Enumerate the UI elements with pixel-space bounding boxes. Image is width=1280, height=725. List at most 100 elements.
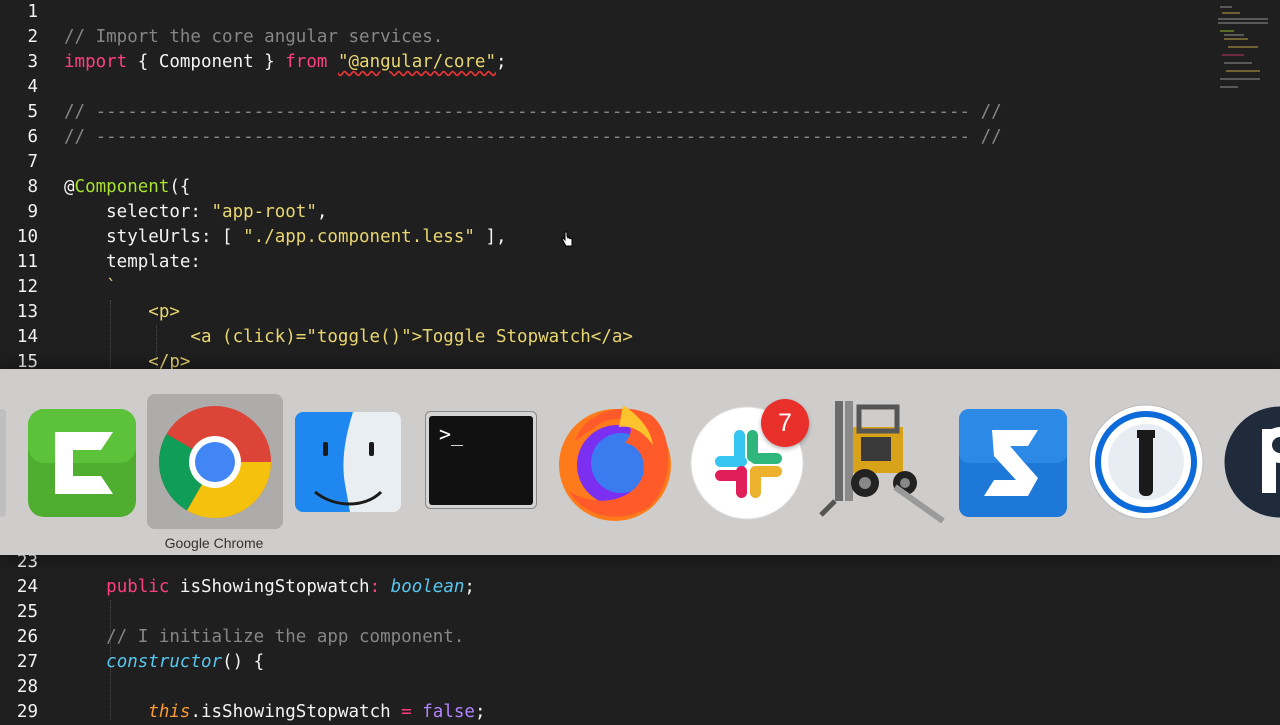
- line-number: 4: [27, 77, 38, 97]
- code-text: // -------------------------------------…: [64, 125, 1002, 150]
- code-token: // Import the core angular services.: [64, 27, 444, 47]
- line-number: 29: [16, 702, 38, 722]
- code-token: ;: [496, 52, 507, 72]
- code-text: import { Component } from "@angular/core…: [64, 50, 507, 75]
- code-line[interactable]: 28: [0, 675, 1200, 700]
- app-switcher: Google Chrome >_ 7: [0, 369, 1280, 555]
- code-token: <a (click)="toggle()">Toggle Stopwatch</…: [64, 327, 633, 347]
- line-number: 2: [27, 27, 38, 47]
- code-line[interactable]: 8 @Component({: [0, 175, 1200, 200]
- code-text: public isShowingStopwatch: boolean;: [64, 575, 475, 600]
- code-token: this: [148, 702, 191, 722]
- line-number: 25: [16, 602, 38, 622]
- code-line[interactable]: 12 `: [0, 275, 1200, 300]
- code-text: template:: [64, 250, 201, 275]
- line-number: 3: [27, 52, 38, 72]
- code-token: isShowingStopwatch: [169, 577, 370, 597]
- line-number: 10: [16, 227, 38, 247]
- code-token: false: [422, 702, 475, 722]
- code-token: template:: [64, 252, 201, 272]
- code-line[interactable]: 24 public isShowingStopwatch: boolean;: [0, 575, 1200, 600]
- forklift-icon[interactable]: [815, 397, 945, 523]
- code-token: Component: [74, 177, 170, 197]
- code-token: boolean: [390, 577, 465, 597]
- code-line[interactable]: 9 selector: "app-root",: [0, 200, 1200, 225]
- line-number: 8: [27, 177, 38, 197]
- podcast-icon[interactable]: [1222, 405, 1280, 519]
- code-token: import: [64, 52, 128, 72]
- code-token: "app-root": [211, 202, 317, 222]
- code-line[interactable]: 29 this.isShowingStopwatch = false;: [0, 700, 1200, 725]
- code-line[interactable]: 7: [0, 150, 1200, 175]
- code-token: // -------------------------------------…: [64, 127, 1002, 147]
- app-switcher-label: Google Chrome: [164, 535, 264, 551]
- code-line[interactable]: 14 <a (click)="toggle()">Toggle Stopwatc…: [0, 325, 1200, 350]
- code-line[interactable]: 25: [0, 600, 1200, 625]
- code-token: // I initialize the app component.: [64, 627, 465, 647]
- code-token: constructor: [106, 652, 223, 672]
- line-number: 7: [27, 152, 38, 172]
- code-token: "@angular/core": [337, 52, 497, 72]
- code-token: @: [64, 177, 75, 197]
- code-text: styleUrls: [ "./app.component.less" ],: [64, 225, 507, 250]
- firefox-icon[interactable]: [555, 401, 675, 523]
- code-token: ],: [474, 227, 507, 247]
- finder-icon[interactable]: [295, 412, 401, 512]
- code-line[interactable]: 1: [0, 0, 1200, 25]
- code-text: this.isShowingStopwatch = false;: [64, 700, 486, 725]
- chrome-icon[interactable]: [157, 404, 273, 520]
- code-line[interactable]: 6 // ------------------------------------…: [0, 125, 1200, 150]
- partial-app-icon[interactable]: [0, 409, 6, 517]
- code-token: { Component }: [127, 52, 286, 72]
- code-line[interactable]: 3 import { Component } from "@angular/cor…: [0, 50, 1200, 75]
- snagit-icon[interactable]: [958, 408, 1068, 518]
- code-text: <a (click)="toggle()">Toggle Stopwatch</…: [64, 325, 633, 350]
- code-line[interactable]: 10 styleUrls: [ "./app.component.less" ]…: [0, 225, 1200, 250]
- code-token: ;: [464, 577, 475, 597]
- line-number: 9: [27, 202, 38, 222]
- code-editor[interactable]: 1 2// Import the core angular services. 3 i…: [0, 0, 1280, 722]
- code-text: // -------------------------------------…: [64, 100, 1002, 125]
- code-token: ,: [316, 202, 328, 222]
- terminal-icon[interactable]: >_: [425, 411, 537, 509]
- code-line[interactable]: 27 constructor() {: [0, 650, 1200, 675]
- code-line[interactable]: 13 <p>: [0, 300, 1200, 325]
- code-text: `: [64, 275, 117, 300]
- 1password-icon[interactable]: [1088, 404, 1204, 520]
- code-text: // I initialize the app component.: [64, 625, 464, 650]
- code-line[interactable]: 2 // Import the core angular services.: [0, 25, 1200, 50]
- code-token: :: [369, 577, 381, 597]
- code-token: `: [64, 277, 117, 297]
- line-number: 12: [16, 277, 38, 297]
- code-line[interactable]: 26 // I initialize the app component.: [0, 625, 1200, 650]
- line-number: 1: [27, 2, 38, 22]
- svg-text:>_: >_: [439, 422, 464, 446]
- code-token: // -------------------------------------…: [64, 102, 1002, 122]
- code-token: selector:: [64, 202, 212, 222]
- code-line[interactable]: 11 template:: [0, 250, 1200, 275]
- line-number: 6: [27, 127, 38, 147]
- minimap[interactable]: [1216, 4, 1274, 94]
- code-line[interactable]: 5 // ------------------------------------…: [0, 100, 1200, 125]
- line-number: 28: [16, 677, 38, 697]
- code-text: constructor() {: [64, 650, 264, 675]
- camtasia-icon[interactable]: [27, 408, 137, 518]
- code-token: from: [285, 52, 328, 72]
- code-token: =: [401, 702, 412, 722]
- code-token: "./app.component.less": [243, 227, 475, 247]
- code-token: ;: [474, 702, 486, 722]
- code-line[interactable]: 4: [0, 75, 1200, 100]
- code-token: ({: [169, 177, 191, 197]
- hand-cursor-icon: [561, 231, 573, 247]
- code-token: <p>: [64, 302, 180, 322]
- code-token: () {: [222, 652, 265, 672]
- code-text: <p>: [64, 300, 180, 325]
- line-number: 14: [16, 327, 38, 347]
- line-number: 24: [16, 577, 38, 597]
